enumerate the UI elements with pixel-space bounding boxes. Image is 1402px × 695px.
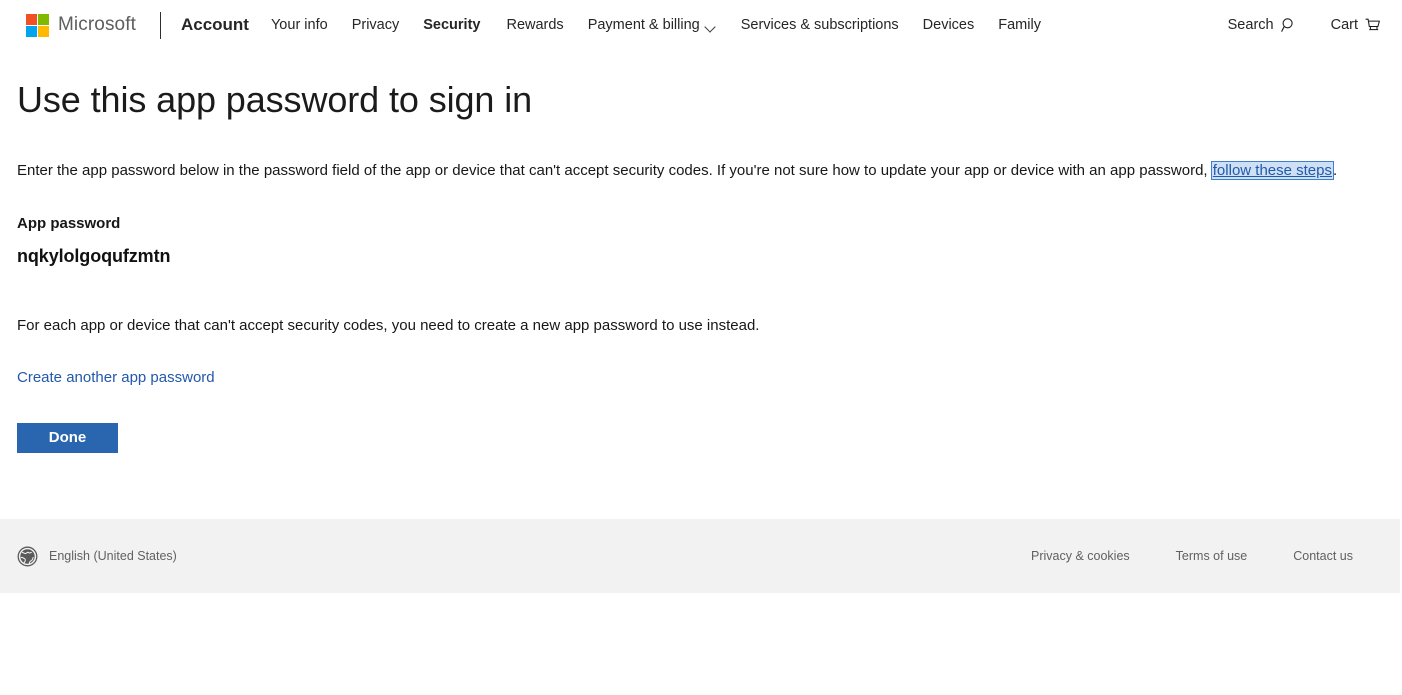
chevron-down-icon	[706, 23, 717, 34]
logo-square-blue	[26, 25, 37, 37]
nav-label: Services & subscriptions	[740, 17, 899, 33]
note-paragraph: For each app or device that can't accept…	[17, 316, 760, 334]
nav-item-account[interactable]: Account	[181, 0, 249, 50]
nav-label: Devices	[922, 17, 975, 33]
logo-square-green	[38, 13, 49, 25]
nav-item-payment-billing[interactable]: Payment & billing	[588, 0, 717, 50]
nav-item-your-info[interactable]: Your info	[271, 0, 328, 50]
search-icon	[1280, 17, 1297, 33]
cart-label: Cart	[1330, 17, 1358, 33]
footer-link-contact-us[interactable]: Contact us	[1293, 549, 1353, 563]
header-utility-nav: Search Cart	[1194, 17, 1402, 33]
logo-square-red	[26, 13, 37, 25]
microsoft-logo-icon	[26, 13, 49, 37]
logo-square-yellow	[38, 25, 49, 37]
intro-paragraph: Enter the app password below in the pass…	[17, 160, 1402, 182]
primary-nav: Account Your info Privacy Security Rewar…	[181, 0, 1065, 50]
nav-label: Security	[423, 17, 481, 33]
language-label: English (United States)	[49, 549, 177, 563]
cart-button[interactable]: Cart	[1331, 17, 1382, 33]
nav-label: Family	[998, 17, 1041, 33]
nav-item-family[interactable]: Family	[998, 0, 1041, 50]
brand-name: Microsoft	[58, 14, 136, 35]
nav-item-devices[interactable]: Devices	[923, 0, 975, 50]
nav-label: Your info	[270, 17, 328, 33]
nav-item-services-subscriptions[interactable]: Services & subscriptions	[741, 0, 899, 50]
cart-icon	[1365, 17, 1382, 33]
intro-text-after-link: .	[1333, 162, 1338, 179]
nav-item-rewards[interactable]: Rewards	[506, 0, 563, 50]
header-divider	[159, 11, 161, 39]
follow-these-steps-link[interactable]: follow these steps	[1210, 161, 1334, 180]
search-label: Search	[1227, 17, 1274, 33]
nav-label: Rewards	[506, 17, 564, 33]
app-password-value: nqkylolgoqufzmtn	[17, 245, 171, 266]
footer-link-privacy-cookies[interactable]: Privacy & cookies	[1031, 549, 1130, 563]
site-footer: English (United States) Privacy & cookie…	[0, 519, 1400, 593]
globe-icon	[17, 546, 38, 567]
language-selector[interactable]: English (United States)	[17, 546, 177, 567]
main-content: Use this app password to sign in Enter t…	[0, 50, 1402, 453]
nav-item-privacy[interactable]: Privacy	[352, 0, 400, 50]
footer-link-terms-of-use[interactable]: Terms of use	[1176, 549, 1248, 563]
footer-links: Privacy & cookies Terms of use Contact u…	[985, 549, 1353, 563]
create-another-app-password-link[interactable]: Create another app password	[17, 369, 215, 386]
done-button[interactable]: Done	[17, 422, 118, 453]
microsoft-brand-link[interactable]: Microsoft	[26, 0, 136, 50]
site-header: Microsoft Account Your info Privacy Secu…	[0, 0, 1402, 50]
nav-item-security[interactable]: Security	[423, 0, 480, 50]
search-button[interactable]: Search	[1228, 17, 1297, 33]
nav-label: Payment & billing	[587, 17, 700, 33]
page-title: Use this app password to sign in	[17, 79, 533, 120]
app-password-label: App password	[17, 214, 121, 232]
nav-label: Privacy	[351, 17, 400, 33]
intro-text-before-link: Enter the app password below in the pass…	[17, 162, 1212, 179]
